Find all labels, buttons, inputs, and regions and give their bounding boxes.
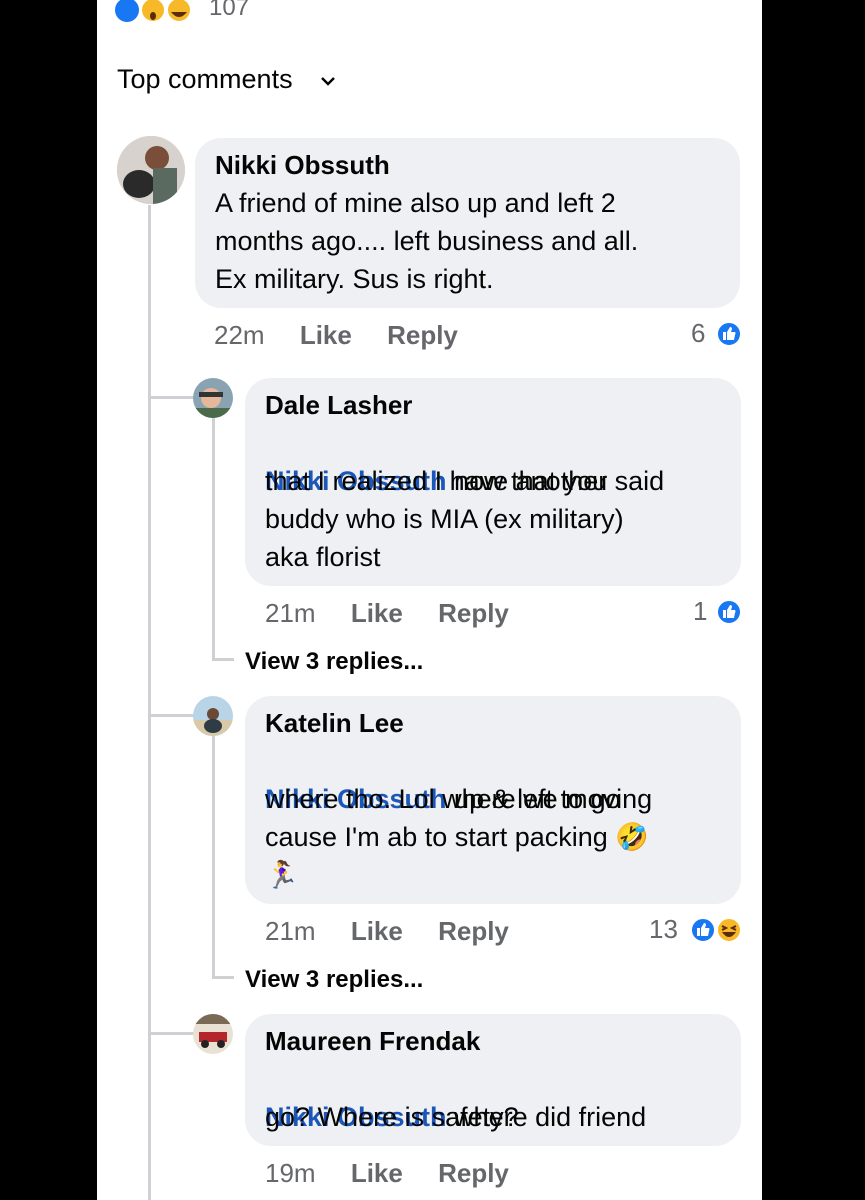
reply-thread-line: [212, 736, 215, 978]
thread-connector: [148, 1032, 198, 1035]
commenter-name[interactable]: Dale Lasher: [265, 390, 412, 421]
like-button[interactable]: Like: [351, 916, 403, 946]
comment-text: that I realized I have another buddy who…: [265, 466, 624, 572]
thread-connector: [148, 396, 198, 399]
comment-text: A friend of mine also up and left 2 mont…: [215, 188, 639, 294]
comment-bubble: Katelin Lee Nikki Obssuth up & left to g…: [245, 696, 741, 904]
comment-meta: 21m Like Reply: [265, 916, 509, 947]
like-button[interactable]: Like: [300, 320, 352, 350]
comment-bubble: Nikki Obssuth A friend of mine also up a…: [195, 138, 740, 308]
reply-connector: [212, 976, 234, 979]
like-button[interactable]: Like: [351, 1158, 403, 1188]
comment-text: where tho. Lol where we moving cause I'm…: [265, 784, 653, 890]
comment-reactions[interactable]: 6: [691, 318, 705, 349]
thread-connector: [148, 714, 198, 717]
haha-icon: [716, 917, 742, 943]
comment-reactions[interactable]: 1: [693, 596, 707, 627]
reaction-count: 1: [693, 596, 708, 626]
comment-time[interactable]: 21m: [265, 598, 316, 628]
post-reaction-count[interactable]: 107: [209, 0, 249, 22]
like-icon: [690, 917, 716, 943]
comment-meta: 21m Like Reply: [265, 598, 509, 629]
view-replies-link[interactable]: View 3 replies...: [245, 648, 423, 676]
haha-reaction-icon: [166, 0, 192, 23]
commenter-name[interactable]: Nikki Obssuth: [215, 150, 390, 181]
commenter-name[interactable]: Maureen Frendak: [265, 1026, 480, 1057]
reply-thread-line: [212, 418, 215, 660]
reaction-count: 13: [649, 914, 678, 944]
avatar[interactable]: [193, 378, 233, 418]
like-icon: [716, 599, 742, 625]
avatar[interactable]: [193, 696, 233, 736]
like-icon: [716, 321, 742, 347]
avatar[interactable]: [193, 1014, 233, 1054]
avatar[interactable]: [117, 136, 185, 204]
comments-panel: 107 Top comments Nikki Obssuth A friend …: [97, 0, 762, 1200]
commenter-name[interactable]: Katelin Lee: [265, 708, 404, 739]
comment-bubble: Maureen Frendak Nikki Obssuth where did …: [245, 1014, 741, 1146]
reply-connector: [212, 658, 234, 661]
chevron-down-icon[interactable]: [320, 74, 336, 88]
reaction-count: 6: [691, 318, 706, 348]
comment-bubble: Dale Lasher Nikki Obssuth now that you s…: [245, 378, 741, 586]
comment-reactions[interactable]: 13: [649, 914, 678, 945]
top-comments-filter[interactable]: Top comments: [117, 64, 293, 95]
like-button[interactable]: Like: [351, 598, 403, 628]
like-reaction-icon: [115, 0, 139, 22]
comment-time[interactable]: 19m: [265, 1158, 316, 1188]
view-replies-link[interactable]: View 3 replies...: [245, 966, 423, 994]
comment-meta: 19m Like Reply: [265, 1158, 509, 1189]
reply-button[interactable]: Reply: [438, 1158, 509, 1188]
comment-text: go? Where is safety?: [265, 1102, 519, 1132]
reaction-icons[interactable]: [115, 0, 195, 28]
comment-meta: 22m Like Reply: [214, 320, 458, 351]
reply-button[interactable]: Reply: [387, 320, 458, 350]
thread-line: [148, 205, 151, 1200]
reply-button[interactable]: Reply: [438, 916, 509, 946]
reply-button[interactable]: Reply: [438, 598, 509, 628]
comment-time[interactable]: 22m: [214, 320, 265, 350]
comment-time[interactable]: 21m: [265, 916, 316, 946]
